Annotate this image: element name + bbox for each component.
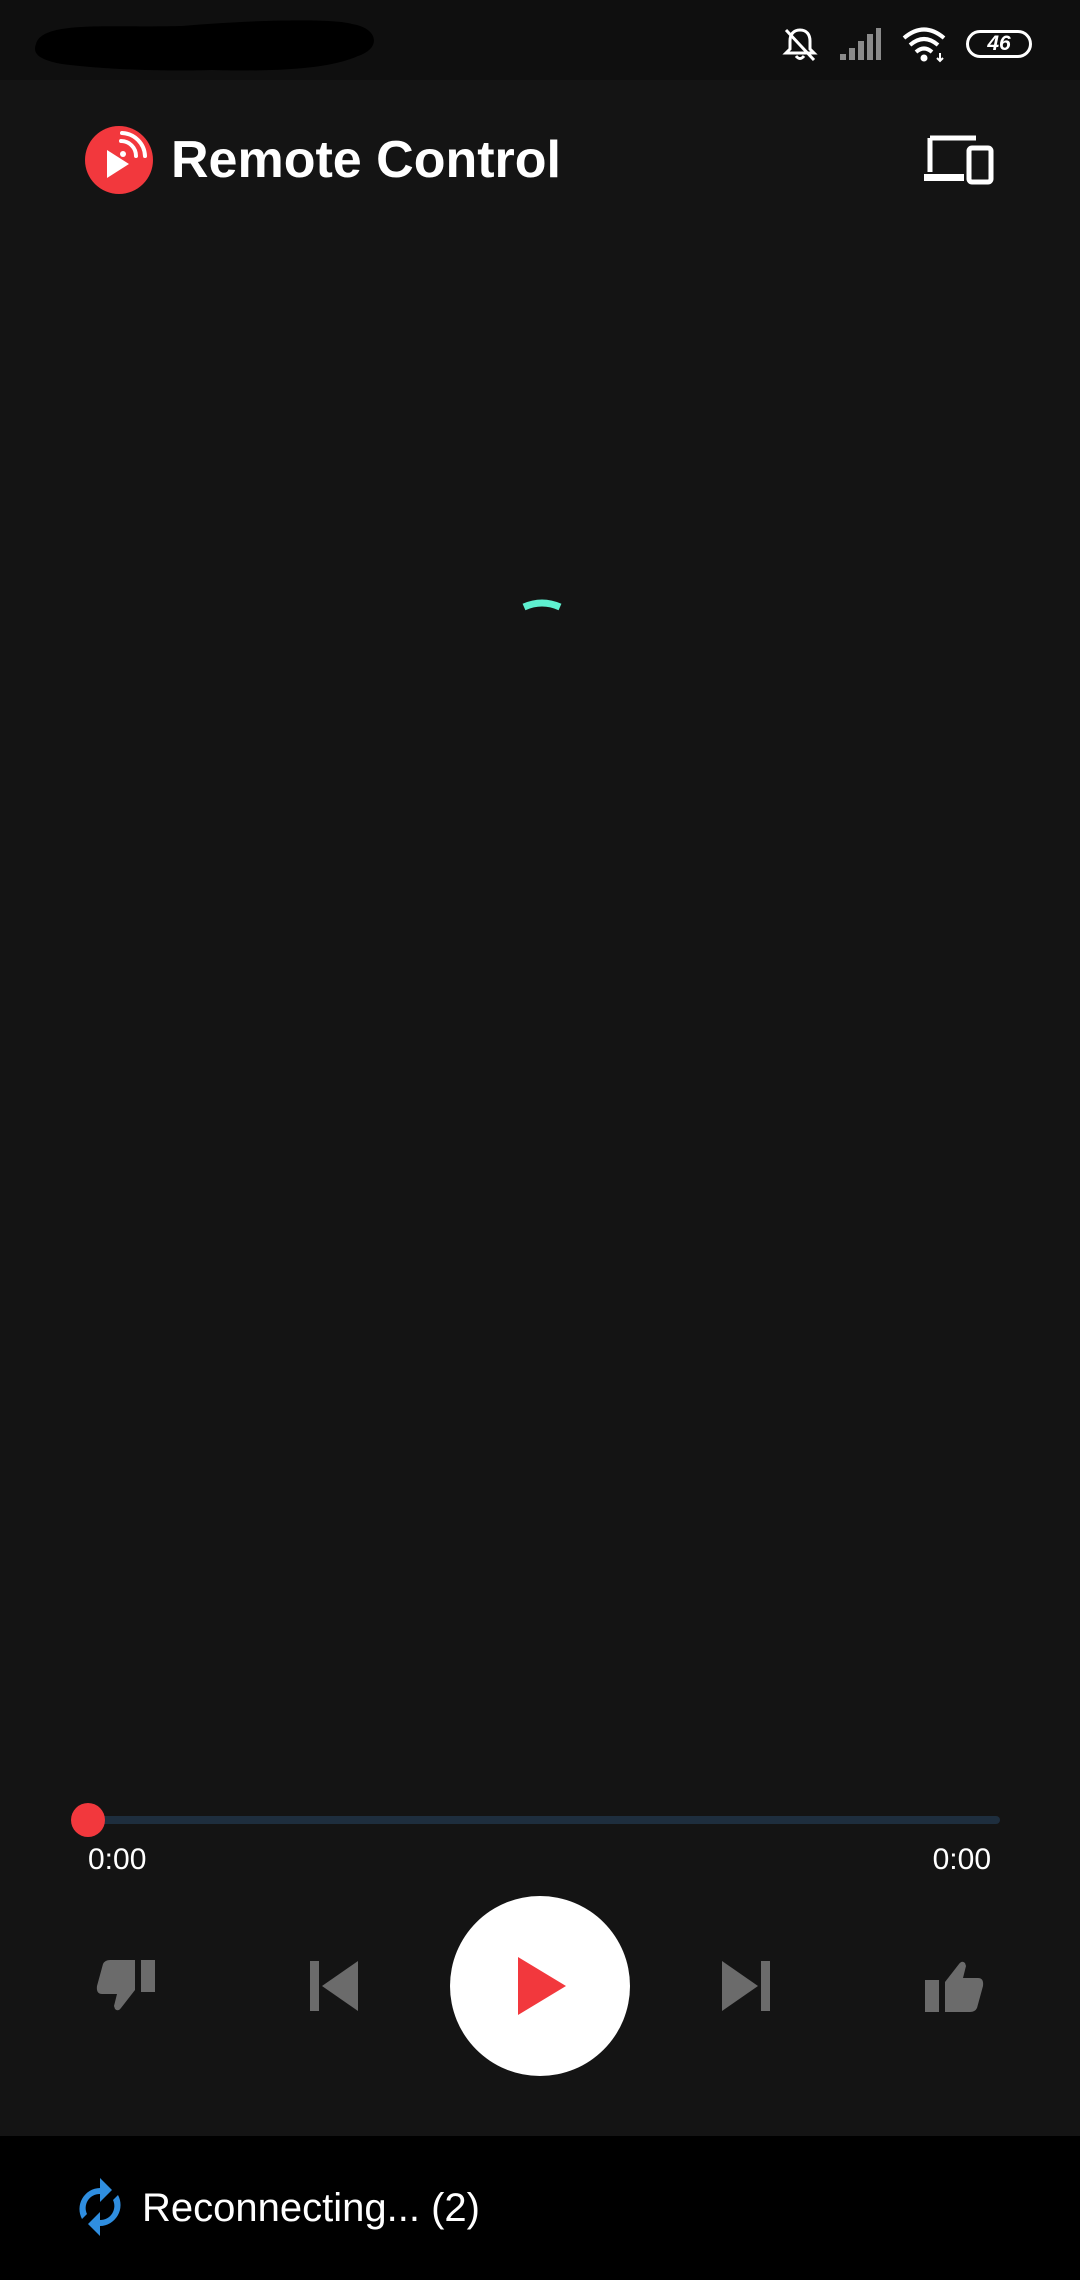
total-time: 0:00 [932, 1843, 991, 1876]
thumbs-down-icon [96, 1960, 155, 2011]
sync-icon [79, 2178, 121, 2236]
signal-icon [840, 28, 881, 60]
loading-spinner-icon [522, 599, 562, 611]
skip-previous-icon [310, 1961, 358, 2011]
remote-control-screen: 46 Remote Control 0:00 0:00 Reconnecting… [0, 0, 1080, 2280]
devices-icon [924, 135, 994, 185]
skip-previous-button[interactable] [296, 1948, 372, 2024]
bell-muted-icon [782, 28, 818, 62]
wifi-icon [902, 27, 946, 63]
battery-level: 46 [987, 32, 1011, 55]
progress-track[interactable] [88, 1816, 1000, 1824]
thumbs-up-icon [925, 1961, 984, 2012]
youtube-music-remote-logo-icon [85, 126, 153, 194]
devices-button[interactable] [922, 128, 994, 192]
connection-status-bar: Reconnecting... (2) [0, 2136, 1080, 2280]
progress-slider[interactable] [71, 1800, 1000, 1840]
progress-thumb[interactable] [71, 1803, 105, 1837]
status-icons: 46 [780, 20, 1032, 68]
app-header: Remote Control [0, 80, 1080, 240]
thumbs-up-button[interactable] [916, 1948, 992, 2024]
play-icon [518, 1957, 566, 2015]
elapsed-time: 0:00 [88, 1843, 147, 1876]
play-button[interactable] [450, 1896, 630, 2076]
skip-next-icon [722, 1961, 770, 2011]
battery-icon: 46 [966, 30, 1032, 58]
status-bar: 46 [0, 0, 1080, 80]
connection-status-text: Reconnecting... (2) [142, 2186, 480, 2230]
skip-next-button[interactable] [708, 1948, 784, 2024]
page-title: Remote Control [171, 131, 561, 189]
redacted-area [35, 20, 374, 71]
thumbs-down-button[interactable] [88, 1948, 164, 2024]
